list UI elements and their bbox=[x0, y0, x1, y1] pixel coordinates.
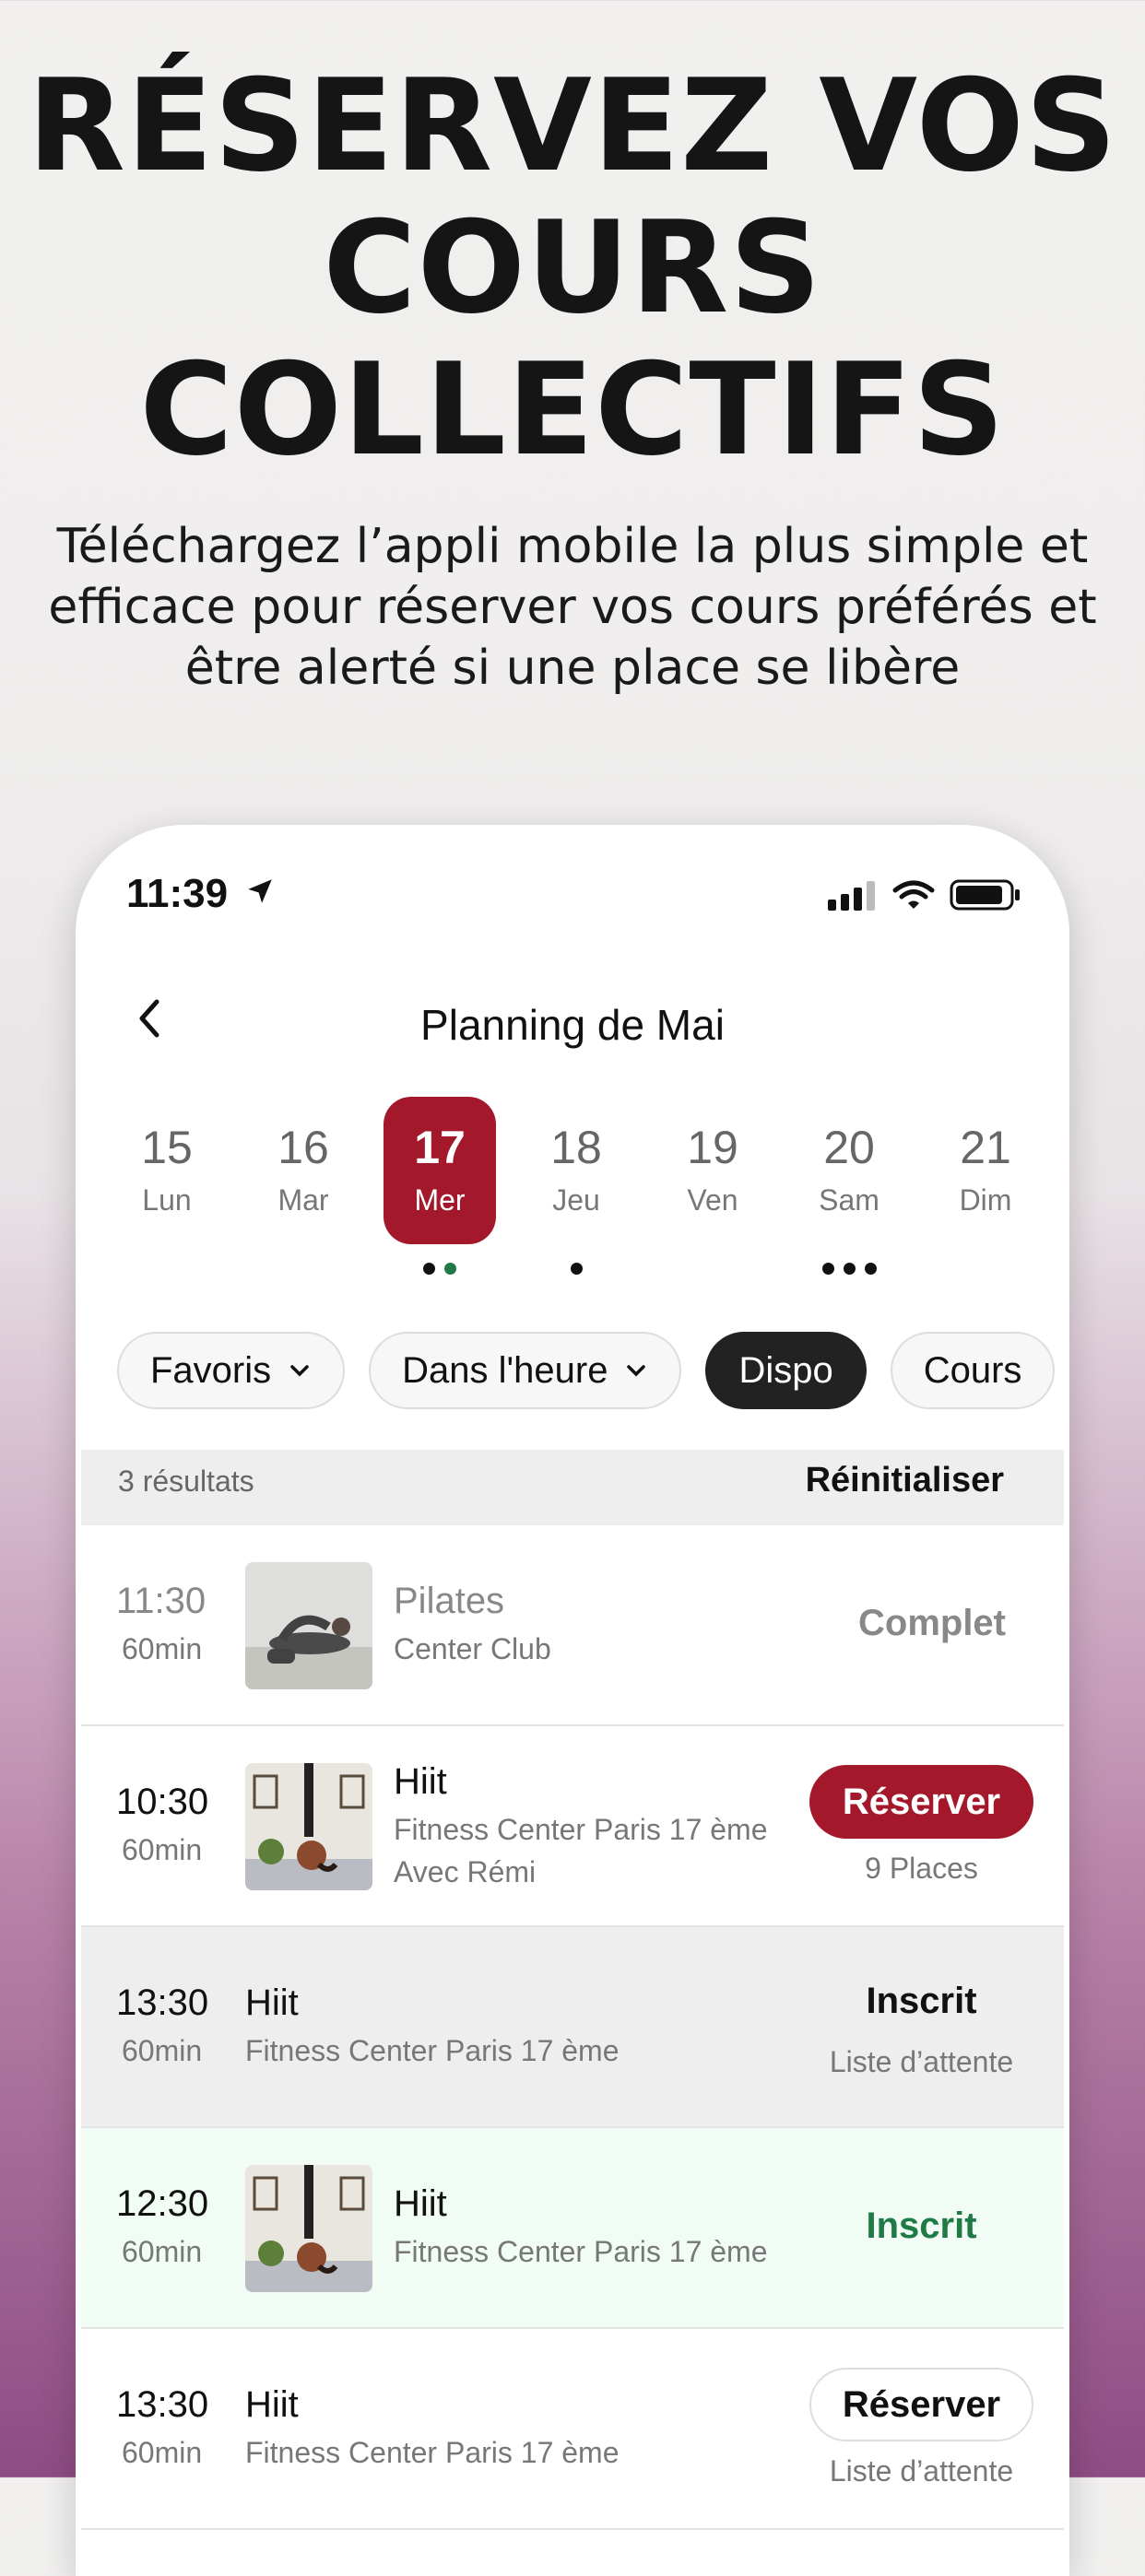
day-weekday: Mer bbox=[414, 1183, 466, 1217]
day-weekday: Mar bbox=[277, 1183, 329, 1217]
headline-line: RÉSERVEZ VOS bbox=[27, 52, 1118, 200]
day-weekday: Ven bbox=[687, 1183, 738, 1217]
class-name: Hiit bbox=[245, 1982, 299, 2023]
class-location: Center Club bbox=[394, 1632, 551, 1665]
headline-line: COURS bbox=[323, 194, 822, 342]
promo-headline: RÉSERVEZ VOS COURS COLLECTIFS bbox=[0, 55, 1145, 481]
event-dots bbox=[793, 1263, 905, 1275]
class-time: 10:30 bbox=[116, 1782, 209, 1822]
day-21[interactable]: 21 Dim bbox=[929, 1097, 1042, 1244]
phone-screen: 11:39 Planning de Mai 15 Lun 16 Mar 17 M… bbox=[76, 825, 1069, 2576]
day-weekday: Sam bbox=[819, 1183, 879, 1217]
class-row[interactable]: 13:30 60min Hiit Fitness Center Paris 17… bbox=[81, 1927, 1064, 2128]
class-duration: 60min bbox=[122, 1833, 203, 1866]
signal-icon bbox=[828, 881, 875, 911]
day-number: 16 bbox=[277, 1122, 329, 1173]
class-status-inscrit: Inscrit bbox=[866, 1981, 977, 2021]
subline-line: efficace pour réserver vos cours préféré… bbox=[48, 580, 1097, 635]
battery-icon bbox=[950, 879, 1020, 911]
class-row[interactable]: 11:30 60min Pilates Center Club Complet bbox=[81, 1525, 1064, 1726]
class-time: 13:30 bbox=[116, 1982, 209, 2023]
headline-line: COLLECTIFS bbox=[139, 335, 1006, 484]
day-weekday: Dim bbox=[959, 1183, 1012, 1217]
day-weekday: Jeu bbox=[552, 1183, 600, 1217]
reserve-button[interactable]: Réserver bbox=[809, 1765, 1033, 1839]
class-location: Fitness Center Paris 17 ème bbox=[245, 2436, 620, 2469]
day-number: 19 bbox=[687, 1122, 738, 1173]
class-thumbnail bbox=[245, 1562, 372, 1689]
class-row[interactable]: 13:30 60min Hiit Fitness Center Paris 17… bbox=[81, 2329, 1064, 2530]
filter-label: Cours bbox=[923, 1349, 1022, 1391]
filter-label: Dans l'heure bbox=[402, 1349, 608, 1391]
filter-label: Favoris bbox=[150, 1349, 272, 1391]
filter-dans-lheure[interactable]: Dans l'heure bbox=[369, 1332, 682, 1409]
results-bar: 3 résultats Réinitialiser bbox=[81, 1450, 1064, 1525]
subline-line: être alerté si une place se libère bbox=[184, 641, 961, 696]
filter-label: Dispo bbox=[738, 1349, 833, 1391]
status-time: 11:39 bbox=[126, 871, 229, 916]
class-location: Fitness Center Paris 17 ème bbox=[394, 1813, 768, 1846]
class-thumbnail bbox=[245, 1763, 372, 1890]
location-arrow-icon bbox=[248, 879, 272, 903]
class-thumbnail bbox=[245, 2165, 372, 2292]
subline-line: Téléchargez l’appli mobile la plus simpl… bbox=[56, 519, 1089, 574]
day-number: 21 bbox=[960, 1122, 1011, 1173]
day-number: 20 bbox=[823, 1122, 875, 1173]
class-time: 12:30 bbox=[116, 2183, 209, 2224]
class-name: Hiit bbox=[394, 2183, 447, 2224]
wifi-icon bbox=[892, 880, 935, 909]
chevron-down-icon bbox=[290, 1365, 309, 1377]
chevron-down-icon bbox=[627, 1365, 646, 1377]
waitlist-note: Liste d’attente bbox=[829, 2045, 1014, 2078]
day-weekday: Lun bbox=[142, 1183, 192, 1217]
day-number: 15 bbox=[141, 1122, 193, 1173]
filter-favoris[interactable]: Favoris bbox=[117, 1332, 346, 1409]
day-selector: 15 Lun 16 Mar 17 Mer 18 Jeu 19 Ven 20 Sa… bbox=[111, 1097, 1042, 1275]
class-time: 11:30 bbox=[116, 1581, 207, 1621]
page-title: Planning de Mai bbox=[420, 1001, 725, 1049]
day-17-selected[interactable]: 17 Mer bbox=[384, 1097, 496, 1275]
filter-cours[interactable]: Cours bbox=[890, 1332, 1056, 1409]
promo-subline: Téléchargez l’appli mobile la plus simpl… bbox=[37, 516, 1108, 699]
class-status-complet: Complet bbox=[858, 1603, 1006, 1643]
class-row[interactable]: 12:30 60min Hiit Fitness Center Paris 17… bbox=[81, 2128, 1064, 2329]
class-duration: 60min bbox=[122, 1632, 203, 1665]
class-status-inscrit: Inscrit bbox=[866, 2205, 977, 2246]
day-18[interactable]: 18 Jeu bbox=[520, 1097, 632, 1275]
class-duration: 60min bbox=[122, 2436, 203, 2469]
day-15[interactable]: 15 Lun bbox=[111, 1097, 223, 1244]
places-count: 9 Places bbox=[865, 1852, 978, 1885]
class-location: Fitness Center Paris 17 ème bbox=[394, 2235, 768, 2268]
event-dots bbox=[384, 1263, 496, 1275]
class-duration: 60min bbox=[122, 2034, 203, 2067]
day-16[interactable]: 16 Mar bbox=[247, 1097, 360, 1244]
class-name: Hiit bbox=[245, 2384, 299, 2425]
class-name: Hiit bbox=[394, 1761, 447, 1802]
class-coach: Avec Rémi bbox=[394, 1855, 537, 1888]
day-number: 17 bbox=[414, 1122, 466, 1173]
class-time: 13:30 bbox=[116, 2384, 209, 2425]
day-19[interactable]: 19 Ven bbox=[656, 1097, 769, 1244]
reset-button[interactable]: Réinitialiser bbox=[806, 1461, 1004, 1500]
filter-dispo[interactable]: Dispo bbox=[705, 1332, 867, 1409]
day-number: 18 bbox=[550, 1122, 602, 1173]
status-icons bbox=[828, 878, 1021, 912]
class-row[interactable]: 10:30 60min Hiit Fitness Center Paris 17… bbox=[81, 1726, 1064, 1927]
event-dots bbox=[520, 1263, 632, 1275]
filter-bar: Favoris Dans l'heure Dispo Cours bbox=[117, 1332, 1056, 1409]
waitlist-note: Liste d’attente bbox=[829, 2454, 1014, 2488]
class-duration: 60min bbox=[122, 2235, 203, 2268]
reserve-waitlist-button[interactable]: Réserver bbox=[809, 2368, 1033, 2441]
class-name: Pilates bbox=[394, 1581, 505, 1621]
day-20[interactable]: 20 Sam bbox=[793, 1097, 905, 1275]
class-location: Fitness Center Paris 17 ème bbox=[245, 2034, 620, 2067]
results-count: 3 résultats bbox=[118, 1464, 254, 1498]
